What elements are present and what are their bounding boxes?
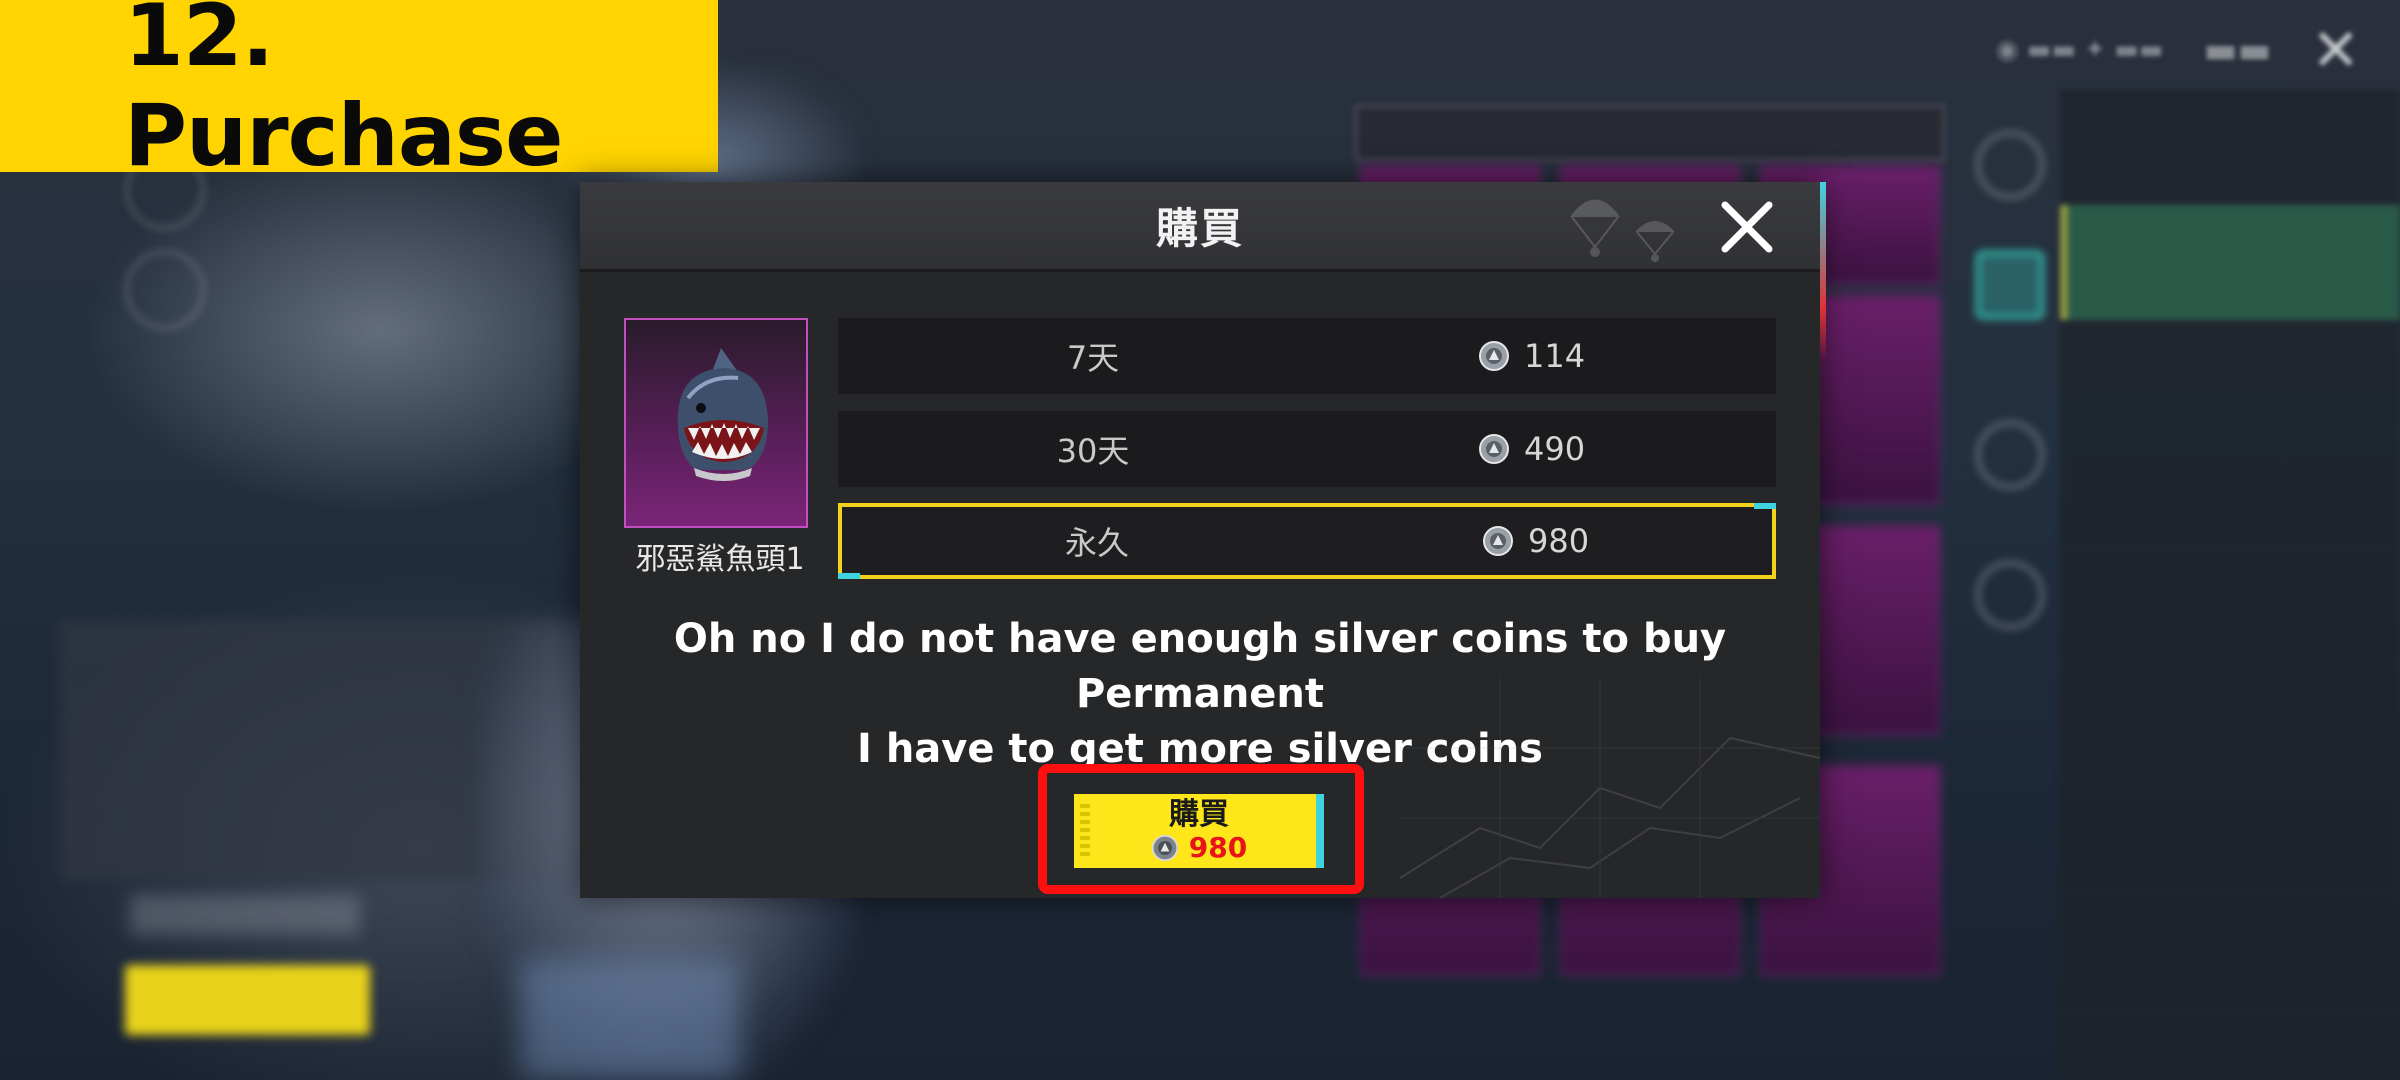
map-decoration-icon xyxy=(1400,678,1820,898)
dialog-title: 購買 xyxy=(1155,204,1244,253)
background-item-name xyxy=(130,895,360,935)
background-menu-row xyxy=(2060,90,2400,205)
option-price-value: 490 xyxy=(1524,430,1586,468)
background-menu-row xyxy=(2060,780,2400,895)
item-thumbnail xyxy=(624,318,808,528)
background-menu-row xyxy=(2060,435,2400,550)
option-7-days[interactable]: 7天 114 xyxy=(838,318,1776,394)
parachute-decoration-icon xyxy=(1570,199,1675,262)
close-button[interactable] xyxy=(1714,194,1780,260)
background-price-tag xyxy=(125,965,370,1035)
tutorial-step-banner: 12. Purchase xyxy=(0,0,718,186)
background-menu-row xyxy=(2060,550,2400,665)
dialog-header: 購買 xyxy=(580,182,1820,272)
item-name: 邪惡鯊魚頭1 xyxy=(635,542,805,577)
option-duration: 永久 xyxy=(1064,524,1129,562)
silver-coin-icon xyxy=(1151,834,1178,862)
background-category-menu xyxy=(2060,90,2400,1080)
background-side-button xyxy=(125,250,205,330)
buy-button-price-value: 980 xyxy=(1188,831,1248,864)
tutorial-step-title: 12. Purchase xyxy=(124,0,563,186)
background-topbar: ◉ ▬▬ ✦ ▬▬ ▬▬ ✕ xyxy=(1740,16,2400,84)
background-menu-row xyxy=(2060,320,2400,435)
close-icon xyxy=(1721,201,1773,253)
background-close-icon: ✕ xyxy=(2311,16,2360,84)
background-shop-label: ▬▬ xyxy=(2203,29,2272,71)
silver-coin-icon xyxy=(1483,526,1513,556)
buy-button[interactable]: 購買 980 xyxy=(1074,794,1324,868)
background-menu-row xyxy=(2060,895,2400,1010)
background-tool-icon xyxy=(1975,560,2045,630)
option-permanent[interactable]: 永久 980 xyxy=(838,503,1776,579)
option-price: 490 xyxy=(1478,430,1585,468)
silver-coin-icon xyxy=(1479,341,1509,371)
background-character-legs xyxy=(520,960,740,1080)
silver-coin-icon xyxy=(1479,434,1509,464)
background-tool-icon xyxy=(1975,250,2045,320)
option-duration: 7天 xyxy=(1066,339,1120,377)
background-menu-row xyxy=(2060,665,2400,780)
option-price: 114 xyxy=(1478,337,1585,375)
option-30-days[interactable]: 30天 490 xyxy=(838,411,1776,487)
option-price-value: 114 xyxy=(1524,337,1586,375)
option-price-value: 980 xyxy=(1528,522,1590,560)
background-toolbar xyxy=(1960,120,2060,680)
background-menu-row xyxy=(2060,205,2400,320)
buy-button-label: 購買 xyxy=(1169,797,1229,832)
buy-button-price: 980 xyxy=(1151,832,1247,864)
background-currency: ◉ ▬▬ ✦ ▬▬ xyxy=(1995,35,2164,65)
background-filter-dropdown xyxy=(1355,105,1945,161)
option-price: 980 xyxy=(1482,522,1589,560)
background-tool-icon xyxy=(1975,420,2045,490)
option-duration: 30天 xyxy=(1056,432,1130,470)
shark-helmet-icon xyxy=(677,348,768,481)
background-tool-icon xyxy=(1975,130,2045,200)
